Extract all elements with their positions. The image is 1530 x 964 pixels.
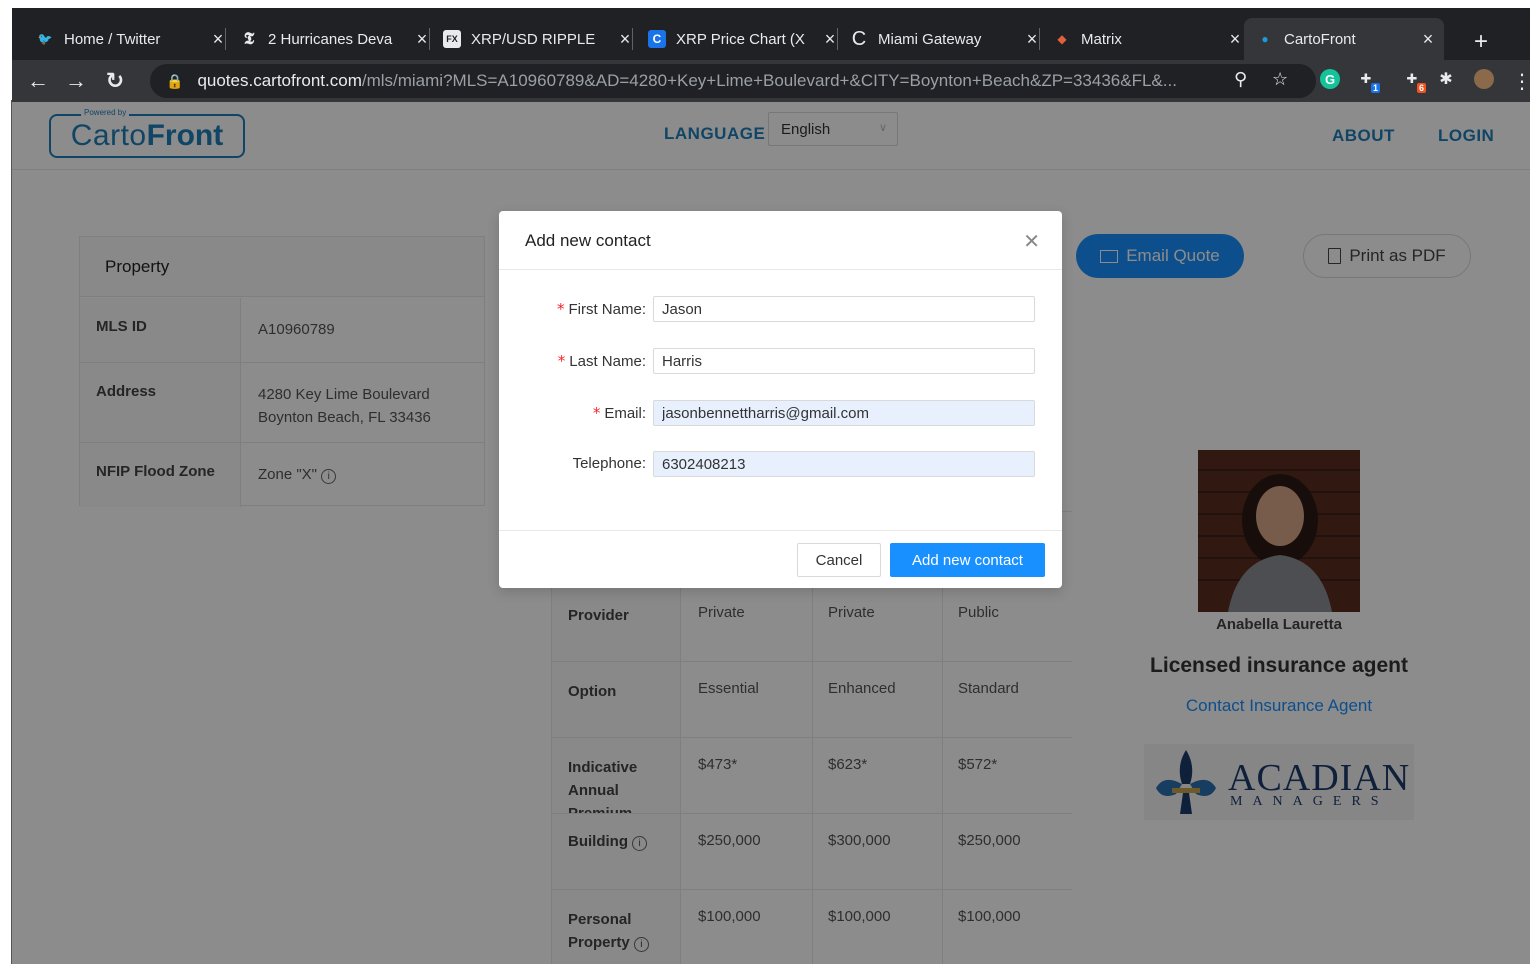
address-bar[interactable]: 🔒 quotes.cartofront.com/mls/miami?MLS=A1… — [150, 64, 1316, 98]
tab-nyt[interactable]: 𝕿 2 Hurricanes Deva × — [240, 18, 430, 60]
browser-toolbar: ← → ↻ 🔒 quotes.cartofront.com/mls/miami?… — [12, 60, 1530, 102]
first-name-field[interactable] — [653, 296, 1035, 322]
tab-matrix[interactable]: ◆ Matrix × — [1053, 18, 1243, 60]
close-tab-icon[interactable]: × — [822, 29, 838, 50]
tab-twitter[interactable]: 🐦 Home / Twitter × — [36, 18, 226, 60]
last-name-label: * Last Name: — [557, 352, 646, 370]
reload-icon[interactable]: ↻ — [101, 68, 129, 94]
tab-xrp-chart[interactable]: C XRP Price Chart (X × — [648, 18, 838, 60]
grammarly-extension-icon[interactable]: G — [1320, 69, 1340, 89]
zoom-icon[interactable]: ⚲ — [1234, 69, 1247, 90]
telephone-field[interactable] — [653, 451, 1035, 477]
tab-separator — [1039, 28, 1040, 50]
fx-logo-icon: FX — [443, 30, 461, 48]
tab-miami-gateway[interactable]: C Miami Gateway × — [850, 18, 1040, 60]
tab-separator — [632, 28, 633, 50]
tab-separator — [225, 28, 226, 50]
tab-title: CartoFront — [1284, 30, 1356, 48]
tab-separator — [429, 28, 430, 50]
telephone-label: Telephone: — [572, 455, 646, 472]
puzzle-icon[interactable]: ✱ — [1436, 69, 1456, 89]
telephone-row: Telephone: — [499, 451, 1062, 479]
close-icon[interactable]: ✕ — [1023, 229, 1040, 254]
avatar[interactable] — [1474, 69, 1494, 89]
first-name-label: * First Name: — [556, 300, 646, 318]
required-marker: * — [556, 300, 565, 318]
tab-separator — [837, 28, 838, 50]
email-label: * Email: — [592, 404, 646, 422]
tab-title: 2 Hurricanes Deva — [268, 30, 393, 48]
add-contact-dialog: Add new contact ✕ *First Name: *Last Nam… — [499, 211, 1062, 588]
coin-logo-icon: C — [648, 30, 666, 48]
extension-icon[interactable]: ✚ 6 — [1402, 69, 1426, 93]
url-text: quotes.cartofront.com/mls/miami?MLS=A109… — [197, 71, 1177, 90]
nyt-logo-icon: 𝕿 — [243, 29, 255, 49]
tab-title: Home / Twitter — [64, 30, 161, 48]
dialog-footer: Cancel Add new contact — [499, 530, 1062, 588]
close-tab-icon[interactable]: × — [210, 29, 226, 50]
tab-title: XRP/USD RIPPLE — [471, 30, 596, 48]
forward-arrow-icon[interactable]: → — [62, 68, 90, 94]
cancel-button[interactable]: Cancel — [797, 543, 881, 577]
matrix-logo-icon: ◆ — [1057, 32, 1067, 46]
tab-title: Matrix — [1081, 30, 1122, 48]
close-tab-icon[interactable]: × — [414, 29, 430, 50]
dialog-title: Add new contact — [499, 211, 1062, 270]
new-tab-icon[interactable]: + — [1474, 28, 1488, 56]
extension-icon[interactable]: ✚ 1 — [1356, 69, 1380, 93]
required-marker: * — [592, 404, 601, 422]
tab-title: Miami Gateway — [878, 30, 982, 48]
window-frame — [0, 0, 12, 964]
close-tab-icon[interactable]: × — [1420, 29, 1436, 50]
cartofront-logo-icon: ● — [1261, 32, 1269, 46]
last-name-row: * Last Name: — [499, 348, 1062, 376]
tab-cartofront[interactable]: ● CartoFront × — [1244, 18, 1444, 60]
close-tab-icon[interactable]: × — [1024, 29, 1040, 50]
bookmark-star-icon[interactable]: ☆ — [1272, 69, 1288, 90]
tab-title: XRP Price Chart (X — [676, 30, 805, 48]
email-row: * Email: — [499, 400, 1062, 428]
close-tab-icon[interactable]: × — [617, 29, 633, 50]
close-tab-icon[interactable]: × — [1227, 29, 1243, 50]
page: Powered by Carto Front LANGUAGE English ∨… — [12, 102, 1530, 964]
twitter-bird-icon: 🐦 — [37, 32, 53, 46]
tab-fx[interactable]: FX XRP/USD RIPPLE × — [443, 18, 633, 60]
lock-icon: 🔒 — [166, 72, 184, 89]
add-contact-button[interactable]: Add new contact — [890, 543, 1045, 577]
tab-strip: 🐦 Home / Twitter × 𝕿 2 Hurricanes Deva ×… — [0, 0, 1530, 60]
c-logo-icon: C — [851, 27, 867, 50]
menu-kebab-icon[interactable]: ⋮ — [1512, 69, 1530, 94]
back-arrow-icon[interactable]: ← — [24, 68, 52, 94]
email-field[interactable] — [653, 400, 1035, 426]
first-name-row: * First Name: — [499, 296, 1062, 324]
last-name-field[interactable] — [653, 348, 1035, 374]
required-marker: * — [557, 352, 566, 370]
